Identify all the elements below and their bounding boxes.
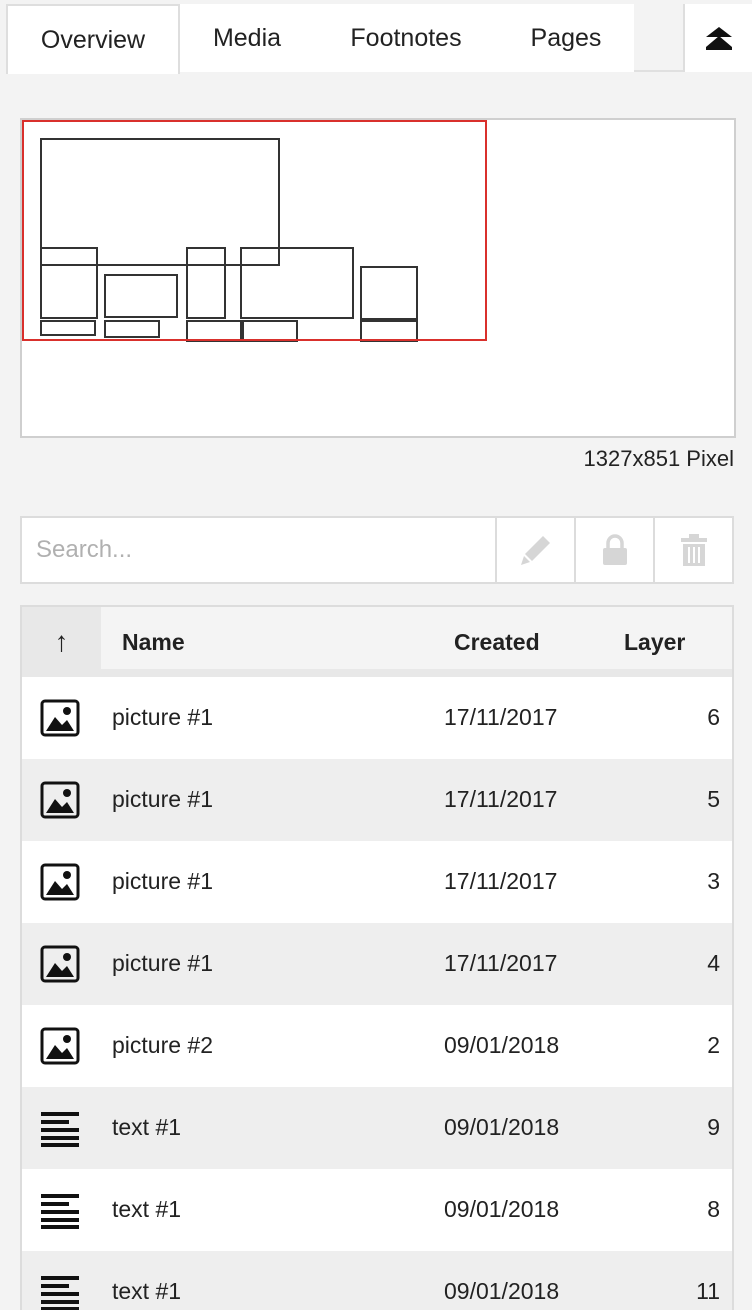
row-layer: 8	[707, 1196, 720, 1222]
sort-toggle[interactable]: ↑	[22, 607, 101, 677]
text-icon	[40, 1109, 80, 1147]
row-created-date: 17/11/2017	[444, 950, 558, 976]
page-overview-minimap[interactable]	[20, 118, 736, 438]
row-name: picture #1	[112, 950, 214, 976]
layout-thumbnail	[22, 120, 487, 342]
search-input[interactable]	[22, 518, 495, 582]
row-name: picture #1	[112, 704, 214, 730]
row-created-date: 09/01/2018	[444, 1032, 560, 1058]
collapse-panel-button[interactable]	[683, 4, 752, 72]
picture-icon	[40, 1027, 80, 1065]
column-header-created[interactable]: Created	[454, 629, 540, 656]
row-layer: 11	[696, 1278, 720, 1304]
row-name: text #1	[112, 1278, 182, 1304]
row-created-date: 17/11/2017	[444, 704, 558, 730]
page-dimensions: 1327x851 Pixel	[583, 446, 734, 471]
table-row[interactable]: text #1 09/01/2018 8	[22, 1169, 732, 1251]
table-row[interactable]: text #1 09/01/2018 11	[22, 1251, 732, 1310]
layout-box	[104, 274, 178, 318]
row-created-date: 09/01/2018	[444, 1278, 560, 1304]
tab-pages[interactable]: Pages	[498, 4, 634, 72]
layout-box	[186, 320, 244, 342]
table-row[interactable]: picture #1 17/11/2017 4	[22, 923, 732, 1005]
layout-box	[40, 138, 280, 266]
row-layer: 5	[707, 786, 720, 812]
picture-icon	[40, 781, 80, 819]
delete-button[interactable]	[653, 518, 732, 582]
row-layer: 3	[707, 868, 720, 894]
pencil-icon	[520, 536, 550, 565]
row-created-date: 17/11/2017	[444, 868, 558, 894]
row-layer: 9	[707, 1114, 720, 1140]
table-row[interactable]: picture #1 17/11/2017 5	[22, 759, 732, 841]
trash-icon	[680, 534, 707, 566]
layout-box	[186, 247, 226, 319]
layout-box	[40, 247, 98, 319]
layout-box	[240, 320, 298, 342]
text-icon	[40, 1191, 80, 1229]
table-row[interactable]: picture #2 09/01/2018 2	[22, 1005, 732, 1087]
table-row[interactable]: picture #1 17/11/2017 6	[22, 677, 732, 759]
layout-box	[360, 320, 418, 342]
row-name: text #1	[112, 1114, 182, 1140]
tab-bar: Overview Media Footnotes Pages	[6, 4, 752, 74]
search-toolbar	[20, 516, 734, 584]
lock-icon	[602, 534, 627, 565]
picture-icon	[40, 945, 80, 983]
layout-box	[104, 320, 160, 338]
table-body: picture #1 17/11/2017 6 picture #1 17/11/20…	[22, 677, 732, 1310]
picture-icon	[40, 699, 80, 737]
row-name: picture #1	[112, 786, 214, 812]
tab-media[interactable]: Media	[180, 4, 314, 72]
text-icon	[40, 1273, 80, 1310]
double-chevron-up-icon	[705, 27, 732, 50]
row-layer: 2	[707, 1032, 720, 1058]
row-created-date: 09/01/2018	[444, 1114, 560, 1140]
row-layer: 6	[707, 704, 720, 730]
lock-button[interactable]	[574, 518, 653, 582]
row-layer: 4	[707, 950, 720, 976]
layout-box	[360, 266, 418, 320]
row-name: text #1	[112, 1196, 182, 1222]
table-header: ↑ Name Created Layer	[22, 607, 732, 677]
layout-box	[240, 247, 354, 319]
column-header-layer[interactable]: Layer	[624, 629, 685, 656]
edit-button[interactable]	[495, 518, 574, 582]
layout-box	[40, 320, 96, 336]
tab-overview[interactable]: Overview	[6, 4, 180, 74]
table-row[interactable]: text #1 09/01/2018 9	[22, 1087, 732, 1169]
row-name: picture #2	[112, 1032, 214, 1058]
picture-icon	[40, 863, 80, 901]
row-name: picture #1	[112, 868, 214, 894]
row-created-date: 17/11/2017	[444, 786, 558, 812]
tab-footnotes[interactable]: Footnotes	[314, 4, 498, 72]
elements-table: ↑ Name Created Layer picture #1 17/11/201…	[20, 605, 734, 1310]
row-created-date: 09/01/2018	[444, 1196, 560, 1222]
table-row[interactable]: picture #1 17/11/2017 3	[22, 841, 732, 923]
column-header-name[interactable]: Name	[122, 629, 185, 656]
